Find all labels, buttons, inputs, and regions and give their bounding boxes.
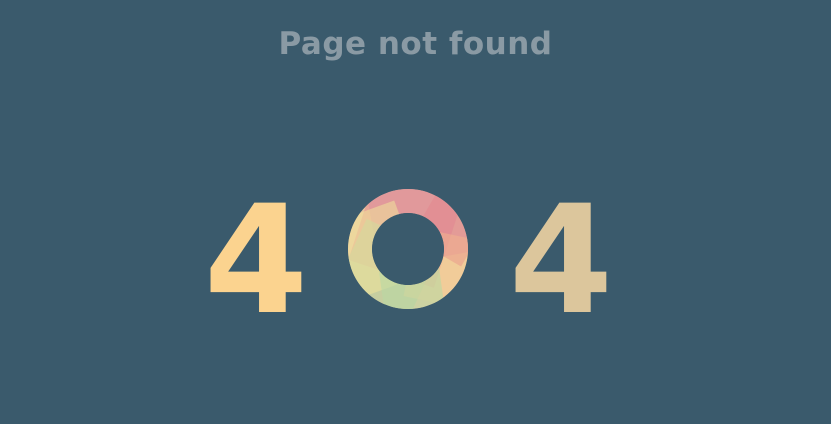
- svg-text:4: 4: [204, 174, 308, 348]
- svg-text:4: 4: [509, 174, 613, 348]
- error-code-404: 4 0 4: [204, 174, 613, 348]
- error-page: Page not found 4 0: [0, 0, 831, 424]
- digit-four-right: 4: [509, 174, 613, 348]
- digit-four-left: 4: [204, 174, 308, 348]
- digit-zero-ring: 0: [348, 189, 469, 309]
